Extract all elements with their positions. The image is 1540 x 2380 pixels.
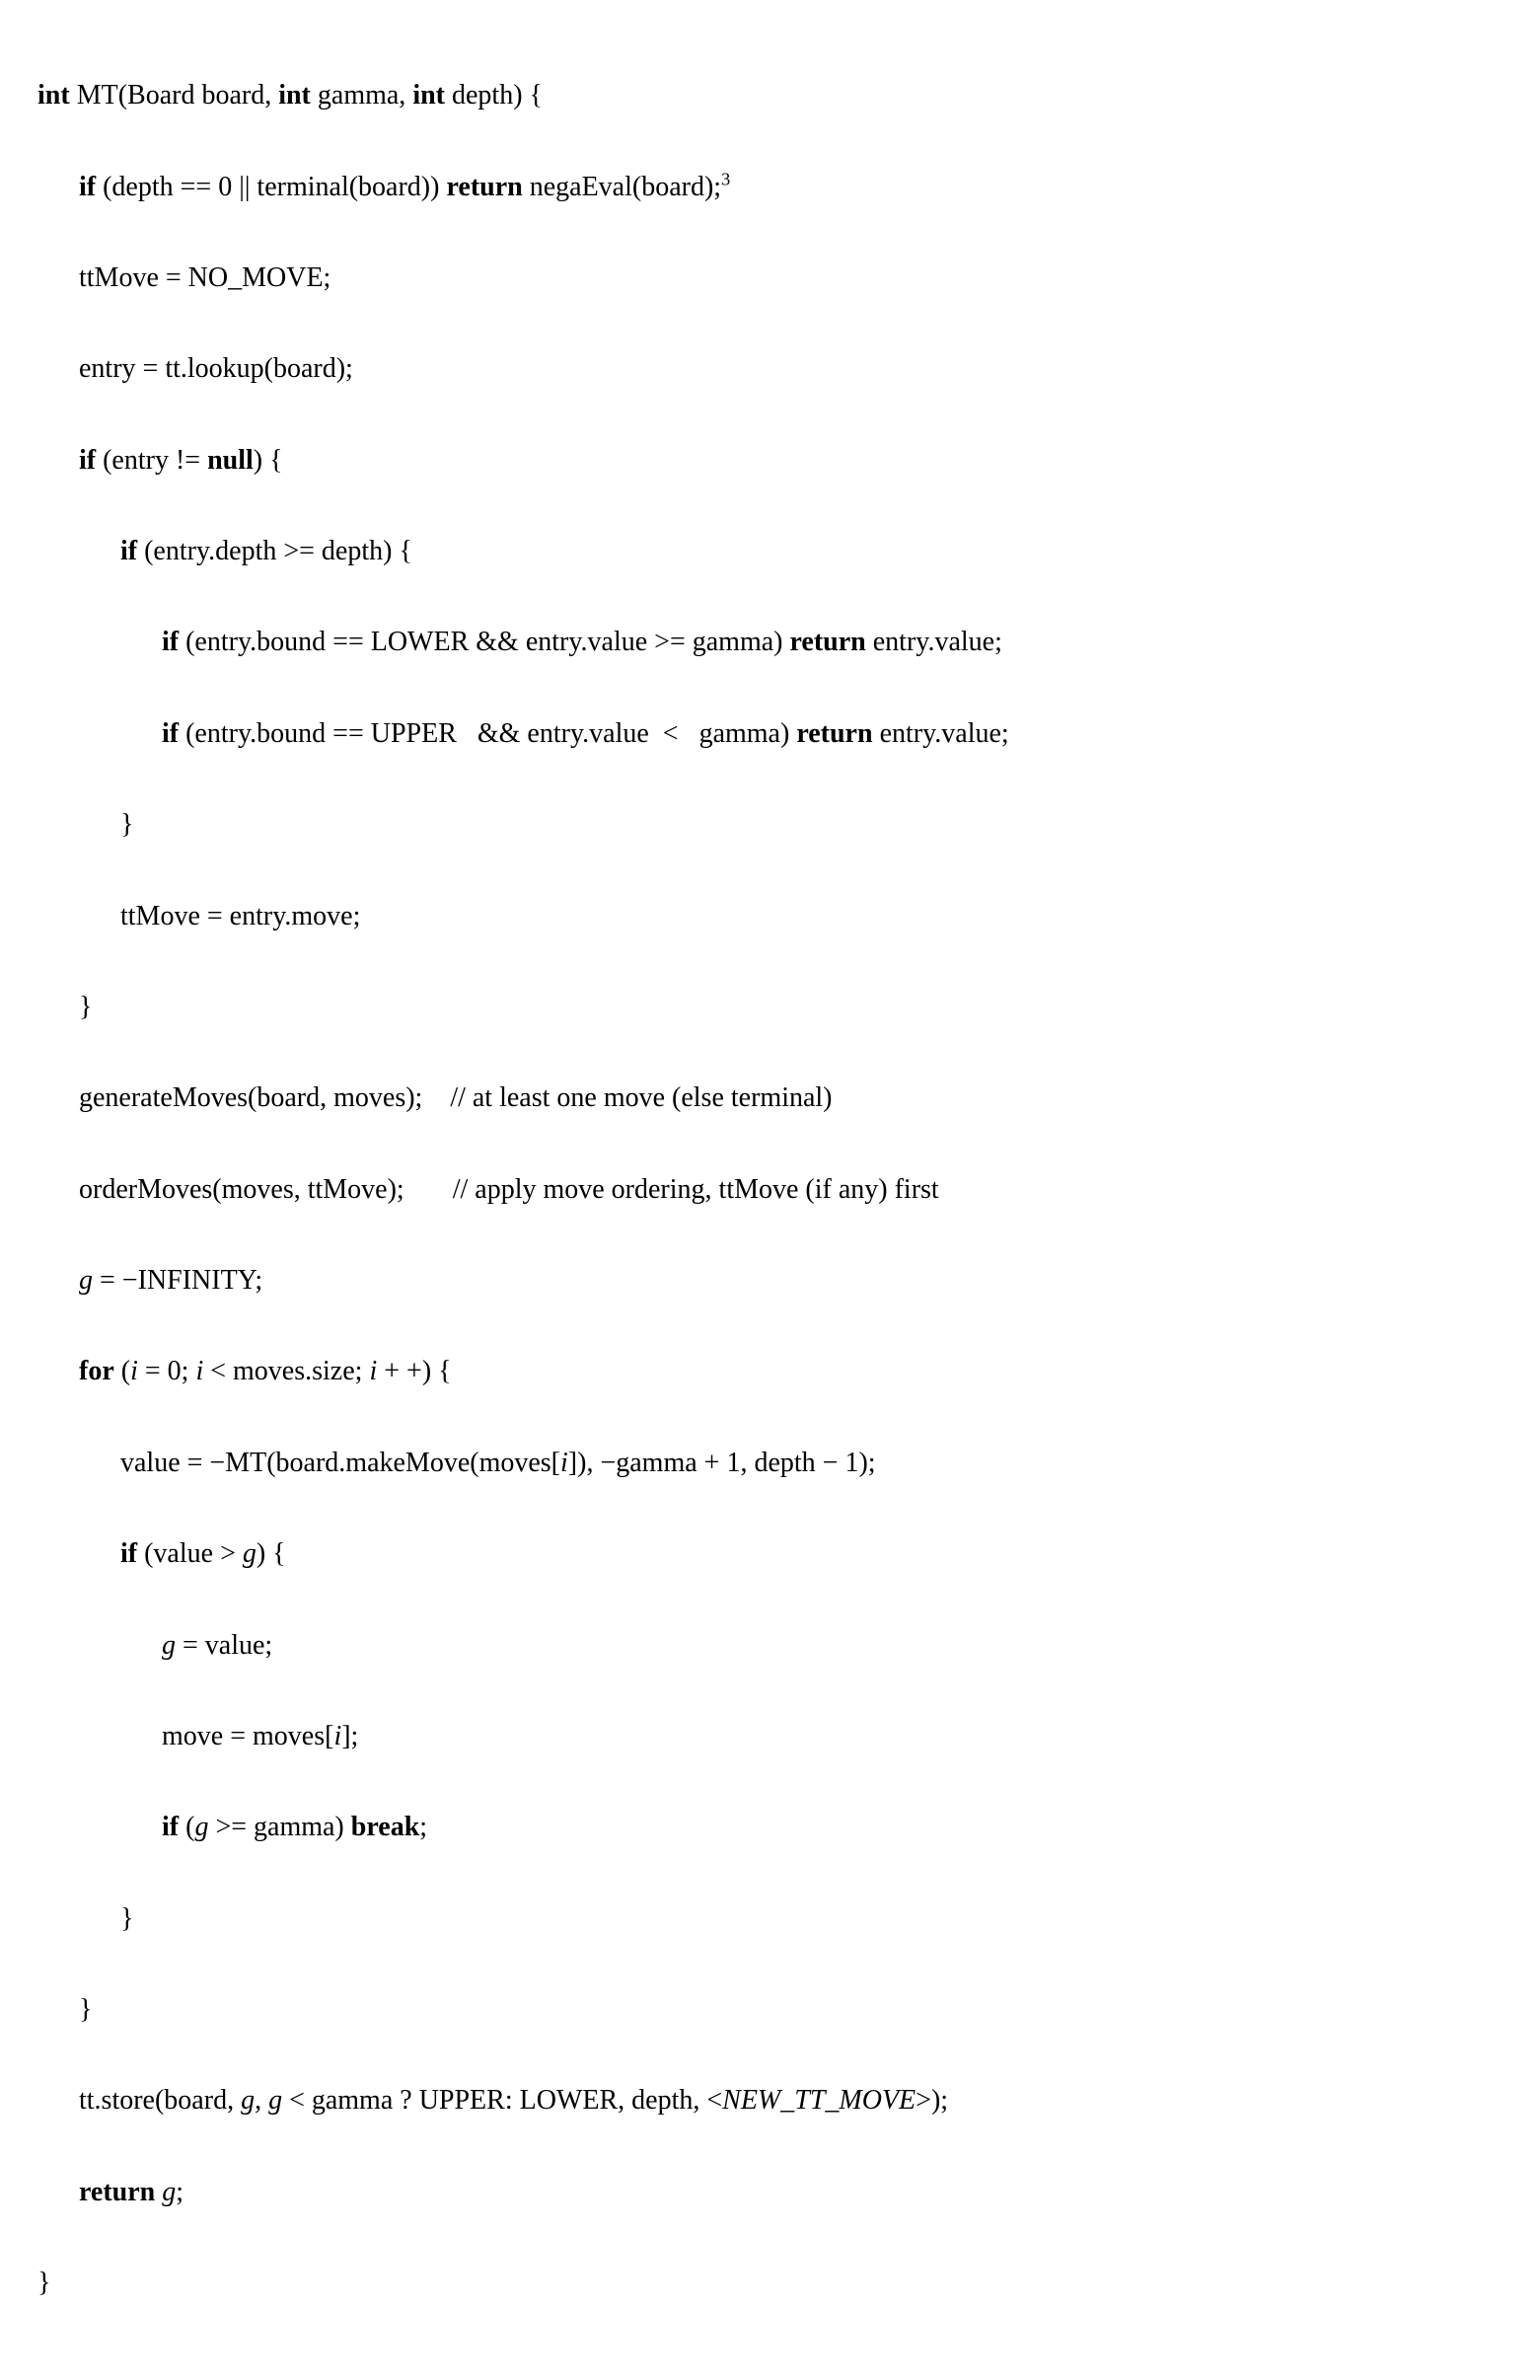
code-line: if (entry != null) { (37, 438, 1503, 483)
code-line: int MT(Board board, int gamma, int depth… (37, 73, 1503, 118)
code-line: g = value; (37, 1623, 1503, 1669)
code-line: tt.store(board, g, g < gamma ? UPPER: LO… (37, 2078, 1503, 2123)
code-line: if (entry.bound == UPPER && entry.value … (37, 711, 1503, 757)
keyword-int: int (278, 80, 311, 111)
code-line: } (37, 1897, 1503, 1942)
variable-g: g (79, 1265, 93, 1296)
code-line: } (37, 1987, 1503, 2033)
variable-g: g (243, 1538, 257, 1569)
keyword-if: if (162, 627, 179, 657)
variable-g: g (268, 2085, 282, 2116)
keyword-int: int (37, 80, 70, 111)
placeholder: NEW_TT_MOVE (722, 2085, 916, 2116)
footnote-ref: 3 (721, 169, 730, 188)
variable-g: g (162, 2177, 176, 2207)
code-line: if (entry.bound == LOWER && entry.value … (37, 620, 1503, 665)
keyword-if: if (79, 172, 96, 202)
keyword-return: return (790, 627, 866, 657)
code-line: if (depth == 0 || terminal(board)) retur… (37, 165, 1503, 210)
keyword-int: int (412, 80, 445, 111)
variable-g: g (241, 2085, 255, 2116)
algorithm-listing: int MT(Board board, int gamma, int depth… (37, 28, 1503, 2352)
variable-i: i (195, 1356, 203, 1386)
code-line: } (37, 802, 1503, 848)
variable-i: i (333, 1721, 341, 1751)
code-line: } (37, 985, 1503, 1030)
keyword-if: if (79, 445, 96, 476)
code-line: if (value > g) { (37, 1531, 1503, 1577)
variable-i: i (130, 1356, 138, 1386)
keyword-if: if (120, 1538, 137, 1569)
code-line: for (i = 0; i < moves.size; i + +) { (37, 1349, 1503, 1394)
keyword-for: for (79, 1356, 114, 1386)
code-line: move = moves[i]; (37, 1714, 1503, 1759)
keyword-return: return (79, 2177, 155, 2207)
keyword-if: if (162, 1812, 179, 1842)
variable-i: i (560, 1448, 568, 1478)
keyword-null: null (207, 445, 254, 476)
variable-i: i (369, 1356, 377, 1386)
code-line: value = −MT(board.makeMove(moves[i]), −g… (37, 1441, 1503, 1486)
code-line: orderMoves(moves, ttMove); // apply move… (37, 1167, 1503, 1213)
keyword-break: break (351, 1812, 420, 1842)
code-line: ttMove = NO_MOVE; (37, 256, 1503, 301)
keyword-if: if (120, 536, 137, 566)
code-line: entry = tt.lookup(board); (37, 346, 1503, 392)
code-line: if (entry.depth >= depth) { (37, 529, 1503, 574)
code-line: return g; (37, 2170, 1503, 2215)
code-line: } (37, 2261, 1503, 2306)
code-line: g = −INFINITY; (37, 1258, 1503, 1303)
keyword-if: if (162, 718, 179, 749)
code-line: generateMoves(board, moves); // at least… (37, 1076, 1503, 1121)
keyword-return: return (446, 172, 522, 202)
variable-g: g (162, 1630, 176, 1661)
code-line: if (g >= gamma) break; (37, 1805, 1503, 1850)
keyword-return: return (796, 718, 872, 749)
code-line: ttMove = entry.move; (37, 894, 1503, 939)
variable-g: g (194, 1812, 208, 1842)
